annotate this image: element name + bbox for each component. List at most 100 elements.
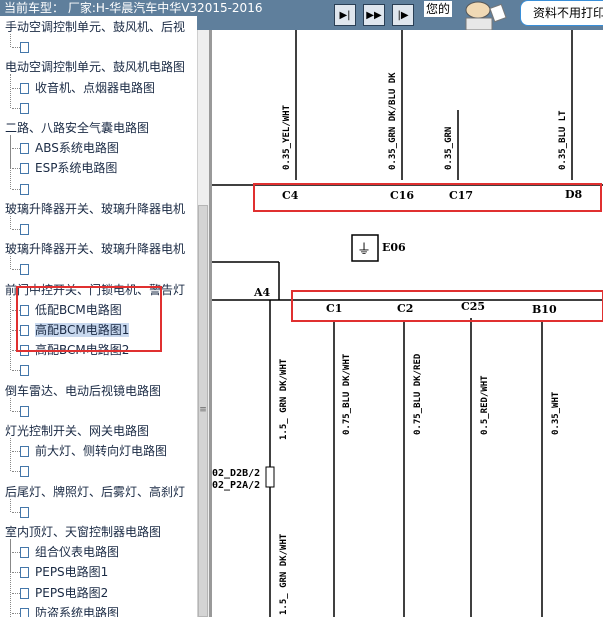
tree-item-label: ABS系统电路图 (35, 141, 119, 155)
document-icon (20, 406, 29, 417)
highlight-box-bcm-items (16, 286, 162, 352)
tree-connector (10, 74, 11, 108)
wire-label: 0.35_BLU LT (558, 110, 568, 170)
tree-connector (12, 88, 20, 89)
tree-item-label: 收音机、点烟器电路图 (35, 81, 156, 95)
document-icon (20, 83, 29, 94)
tree-connector (10, 499, 11, 512)
connector-label: A4 (253, 286, 271, 299)
tree-folder-label: 灯光控制开关、网关电路图 (5, 424, 150, 438)
tree-item[interactable] (12, 38, 35, 56)
tree-connector (10, 256, 11, 269)
tree-connector (10, 34, 11, 47)
tree-connector (10, 297, 11, 370)
document-icon (20, 588, 29, 599)
last-page-button[interactable]: |▶ (392, 4, 414, 26)
tree-item[interactable] (12, 260, 35, 278)
tree-folder-label: 玻璃升降器开关、玻璃升降器电机 (5, 242, 186, 256)
tree-folder-label: 室内顶灯、天窗控制器电路图 (5, 525, 162, 539)
document-icon (20, 608, 29, 617)
document-icon (20, 184, 29, 195)
wire-label: 0.35_YEL/WHT (282, 104, 292, 170)
document-icon (20, 163, 29, 174)
document-icon (20, 466, 29, 477)
tree-item[interactable] (12, 180, 35, 198)
document-icon (20, 547, 29, 558)
tree-item-label: PEPS电路图1 (35, 565, 109, 579)
tree-connector (12, 572, 20, 573)
tree-folder[interactable]: 电动空调控制单元、鼓风机电路图 (5, 58, 185, 76)
tree-folder[interactable]: 倒车雷达、电动后视镜电路图 (5, 382, 161, 400)
wire-label: 1.5_ GRN DK/WHT (279, 533, 289, 615)
tree-folder[interactable]: 后尾灯、牌照灯、后雾灯、高刹灯 (5, 483, 185, 501)
junction-box (265, 466, 275, 488)
tree-item[interactable] (12, 99, 35, 117)
tree-connector (12, 471, 20, 472)
tree-folder-label: 电动空调控制单元、鼓风机电路图 (5, 60, 186, 74)
tree-connector (10, 398, 11, 411)
tree-connector (12, 189, 20, 190)
tree-connector (12, 168, 20, 169)
tree-folder[interactable]: 玻璃升降器开关、玻璃升降器电机 (5, 240, 185, 258)
wire-label: 1.5_ GRN DK/WHT (279, 358, 289, 440)
side-label: 02_D2B/2 (212, 468, 260, 479)
tree-folder[interactable]: 二路、八路安全气囊电路图 (5, 119, 149, 137)
tree-item[interactable] (12, 462, 35, 480)
tree-folder-label: 后尾灯、牌照灯、后雾灯、高刹灯 (5, 485, 186, 499)
ground-label: E06 (382, 241, 406, 254)
document-icon (20, 103, 29, 114)
tree-connector (10, 539, 11, 617)
tree-connector (10, 135, 11, 189)
tree-item[interactable]: 防盗系统电路图 (12, 604, 119, 617)
tree-connector (12, 593, 20, 594)
tree-connector (12, 148, 20, 149)
document-icon (20, 143, 29, 154)
tree-folder[interactable]: 灯光控制开关、网关电路图 (5, 422, 149, 440)
wire-label: 0.35_GRN (444, 127, 454, 170)
tree-connector (12, 108, 20, 109)
mascot-icon (465, 1, 507, 30)
tree-folder[interactable]: 玻璃升降器开关、玻璃升降器电机 (5, 200, 185, 218)
first-page-button[interactable]: ▶| (334, 4, 356, 26)
tree-connector (12, 512, 20, 513)
tree-item[interactable]: 收音机、点烟器电路图 (12, 79, 156, 97)
tree-folder-label: 倒车雷达、电动后视镜电路图 (5, 384, 162, 398)
tree-item-label: ESP系统电路图 (35, 161, 118, 175)
wire-label: 0.75_BLU DK/WHT (342, 353, 352, 435)
wire-label: 0.75_BLU DK/RED (413, 353, 423, 435)
tree-item[interactable]: PEPS电路图2 (12, 584, 109, 602)
tree-item[interactable]: ESP系统电路图 (12, 159, 118, 177)
tree-item-label: PEPS电路图2 (35, 586, 109, 600)
tree-folder[interactable]: 手动空调控制单元、鼓风机、后视 (5, 18, 185, 36)
tree-folder-label: 手动空调控制单元、鼓风机、后视 (5, 20, 186, 34)
scroll-grip-icon: ≡ (199, 405, 207, 415)
tree-folder-label: 玻璃升降器开关、玻璃升降器电机 (5, 202, 186, 216)
tree-item[interactable] (12, 220, 35, 238)
tree-item[interactable] (12, 503, 35, 521)
document-icon (20, 224, 29, 235)
side-label: 02_P2A/2 (212, 480, 260, 491)
tree-item[interactable]: PEPS电路图1 (12, 563, 109, 581)
highlight-box-top-pins (253, 183, 602, 212)
vehicle-model-label: 当前车型： 厂家:H-华晨汽车中华V32015-2016 (4, 1, 263, 15)
document-icon (20, 365, 29, 376)
document-icon (20, 42, 29, 53)
wire-label: 0.5_RED/WHT (480, 375, 490, 435)
tree-connector (10, 438, 11, 471)
tree-connector (12, 411, 20, 412)
document-icon (20, 507, 29, 518)
document-icon (20, 567, 29, 578)
tree-item[interactable]: 前大灯、侧转向灯电路图 (12, 442, 167, 460)
tree-connector (12, 269, 20, 270)
tree-item[interactable]: 组合仪表电路图 (12, 543, 119, 561)
tree-item[interactable] (12, 361, 35, 379)
wire-label: 0.35_GRN DK/BLU DK (388, 72, 398, 170)
tree-connector (12, 451, 20, 452)
tree-item[interactable] (12, 402, 35, 420)
wiring-diagram-canvas: 0.35_YEL/WHT 0.35_GRN DK/BLU DK 0.35_GRN… (212, 30, 603, 617)
tree-connector (10, 216, 11, 229)
ground-icon: ⏚ (357, 242, 371, 258)
fast-forward-button[interactable]: ▶▶ (363, 4, 385, 26)
tree-item[interactable]: ABS系统电路图 (12, 139, 119, 157)
tree-folder[interactable]: 室内顶灯、天窗控制器电路图 (5, 523, 161, 541)
